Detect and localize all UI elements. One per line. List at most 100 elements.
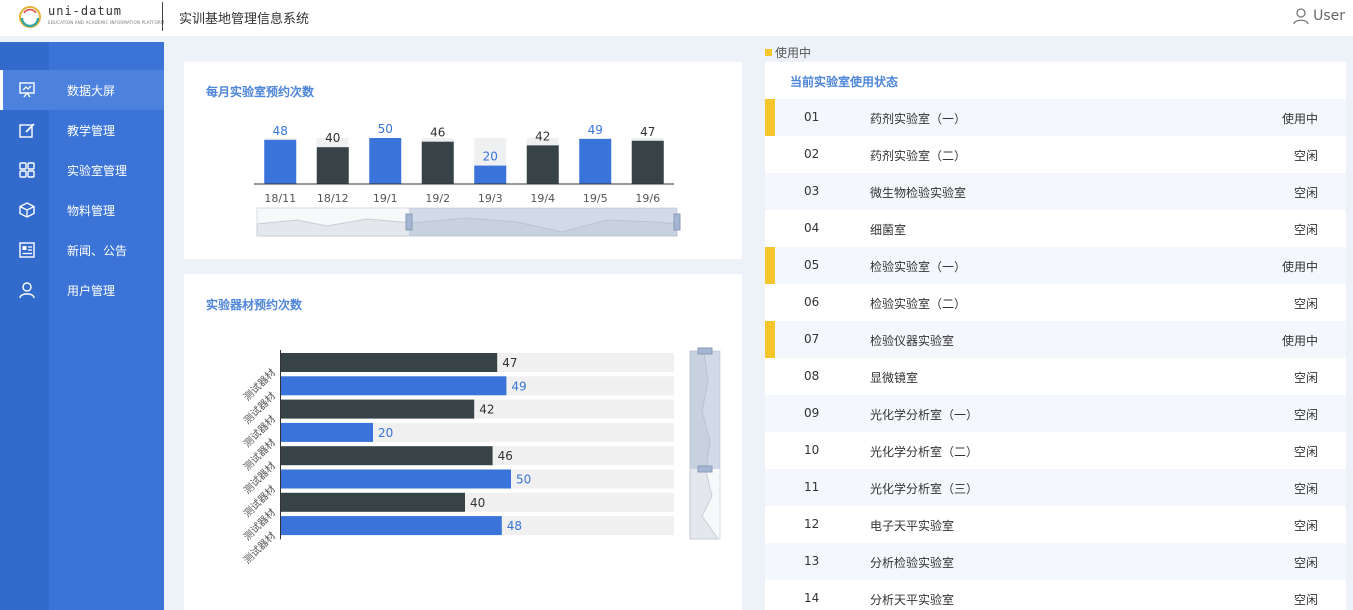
sidebar-item-teaching[interactable]: 教学管理 [0,110,164,150]
bar[interactable] [474,165,507,184]
lab-status-row[interactable]: 08 显微镜室 空闲 [765,358,1346,395]
bar[interactable] [281,399,475,419]
lab-name: 光化学分析室（二） [870,445,979,459]
x-tick-label: 19/3 [478,192,503,205]
sidebar-item-lab[interactable]: 实验室管理 [0,150,164,190]
lab-number: 06 [804,295,820,309]
sidebar-item-dashboard[interactable]: 数据大屏 [0,70,164,110]
dashboard-icon [19,82,35,98]
data-zoom-handle-top[interactable] [697,347,713,355]
bar-value-label: 42 [479,403,494,417]
data-zoom-selection[interactable] [409,208,677,236]
logo[interactable]: uni-datum EDUCATION AND ACADEMIC INFORMA… [18,4,164,32]
edit-icon [19,123,35,138]
lab-name: 检验实验室（二） [870,297,967,311]
lab-status-row[interactable]: 02 药剂实验室（二） 空闲 [765,136,1346,173]
bar[interactable] [281,516,502,536]
bar-value-label: 46 [498,449,513,463]
in-use-indicator [765,99,775,136]
bar[interactable] [369,138,402,184]
lab-number: 09 [804,406,820,420]
bar[interactable] [281,422,373,442]
sidebar-item-users[interactable]: 用户管理 [0,270,164,310]
x-tick-label: 19/2 [425,192,450,205]
bar-value-label: 50 [378,122,393,136]
user-menu[interactable]: User [1292,7,1345,25]
data-zoom-handle-bottom[interactable] [697,465,713,473]
bar[interactable] [631,140,664,184]
equipment-chart-card: 实验器材预约次数 47 测试器材 49 测试器材 42 测试器材 20 测试器材 46 测试器材 5… [184,274,742,610]
data-zoom-handle-left[interactable] [405,213,413,231]
logo-text: uni-datum [48,4,123,18]
lab-number: 12 [804,517,820,531]
lab-status-row[interactable]: 03 微生物检验实验室 空闲 [765,173,1346,210]
bar[interactable] [281,446,493,466]
bar-value-label: 47 [640,125,655,139]
lab-name: 分析检验实验室 [870,556,955,570]
bar[interactable] [281,376,507,396]
lab-status-row[interactable]: 06 检验实验室（二） 空闲 [765,284,1346,321]
x-tick-label: 18/11 [264,192,296,205]
lab-status-text: 空闲 [1293,149,1318,163]
bar[interactable] [281,469,511,489]
lab-status-row[interactable]: 09 光化学分析室（一） 空闲 [765,395,1346,432]
sidebar-item-label: 数据大屏 [67,83,116,98]
lab-status-text: 空闲 [1293,223,1318,237]
sidebar-item-label: 物料管理 [67,203,116,218]
app-title: 实训基地管理信息系统 [179,12,310,27]
lab-status-row[interactable]: 07 检验仪器实验室 使用中 [765,321,1346,358]
bar-value-label: 40 [325,131,340,145]
bar[interactable] [281,353,498,372]
data-zoom-selection[interactable] [690,351,720,469]
lab-status-text: 使用中 [1281,260,1318,274]
lab-status-text: 空闲 [1293,186,1318,200]
equipment-bar-chart: 47测试器材 49测试器材 42测试器材 20测试器材 46测试器材 50测试器材 40测试… [241,347,721,567]
bar[interactable] [316,147,349,184]
lab-status-row[interactable]: 04 细菌室 空闲 [765,210,1346,247]
lab-status-row[interactable]: 05 检验实验室（一） 使用中 [765,247,1346,284]
x-tick-label: 19/1 [373,192,398,205]
x-tick-label: 19/6 [635,192,660,205]
lab-name: 分析天平实验室 [870,593,955,607]
lab-name: 光化学分析室（三） [870,482,979,496]
lab-number: 08 [804,369,820,383]
bar[interactable] [281,492,465,512]
lab-number: 07 [804,332,820,346]
lab-status-row[interactable]: 12 电子天平实验室 空闲 [765,506,1346,543]
lab-status-row[interactable]: 13 分析检验实验室 空闲 [765,543,1346,580]
lab-number: 02 [804,147,820,161]
bar-value-label: 49 [511,379,526,393]
sidebar-item-news[interactable]: 新闻、公告 [0,230,164,270]
lab-number: 04 [804,221,820,235]
lab-number: 10 [804,443,820,457]
lab-number: 05 [804,258,820,272]
bar[interactable] [579,138,612,184]
bar-value-label: 20 [378,426,393,440]
logo-subtitle: EDUCATION AND ACADEMIC INFORMATION PLATF… [48,20,165,25]
lab-status-row[interactable]: 10 光化学分析室（二） 空闲 [765,432,1346,469]
lab-name: 药剂实验室（二） [870,149,967,163]
in-use-legend-label: 使用中 [775,46,812,60]
lab-status-row[interactable]: 01 药剂实验室（一） 使用中 [765,99,1346,136]
lab-status-text: 空闲 [1293,593,1318,607]
lab-name: 细菌室 [870,223,907,237]
lab-status-text: 空闲 [1293,408,1318,422]
lab-name: 药剂实验室（一） [870,112,967,126]
in-use-legend-swatch [765,49,772,56]
data-zoom-handle-right[interactable] [673,213,681,231]
lab-number: 14 [804,591,820,605]
bar[interactable] [526,145,559,184]
lab-status-text: 空闲 [1293,445,1318,459]
bar[interactable] [264,139,297,184]
bar[interactable] [421,141,454,184]
sidebar-item-label: 教学管理 [67,123,116,138]
sidebar-item-materials[interactable]: 物料管理 [0,190,164,230]
lab-number: 03 [804,184,820,198]
sidebar-item-label: 用户管理 [67,283,116,298]
bar-value-label: 48 [273,124,288,138]
lab-status-row[interactable]: 11 光化学分析室（三） 空闲 [765,469,1346,506]
grid-icon [19,162,35,178]
lab-status-row[interactable]: 14 分析天平实验室 空闲 [765,580,1346,610]
bar-value-label: 46 [430,126,445,140]
lab-name: 显微镜室 [870,371,919,385]
